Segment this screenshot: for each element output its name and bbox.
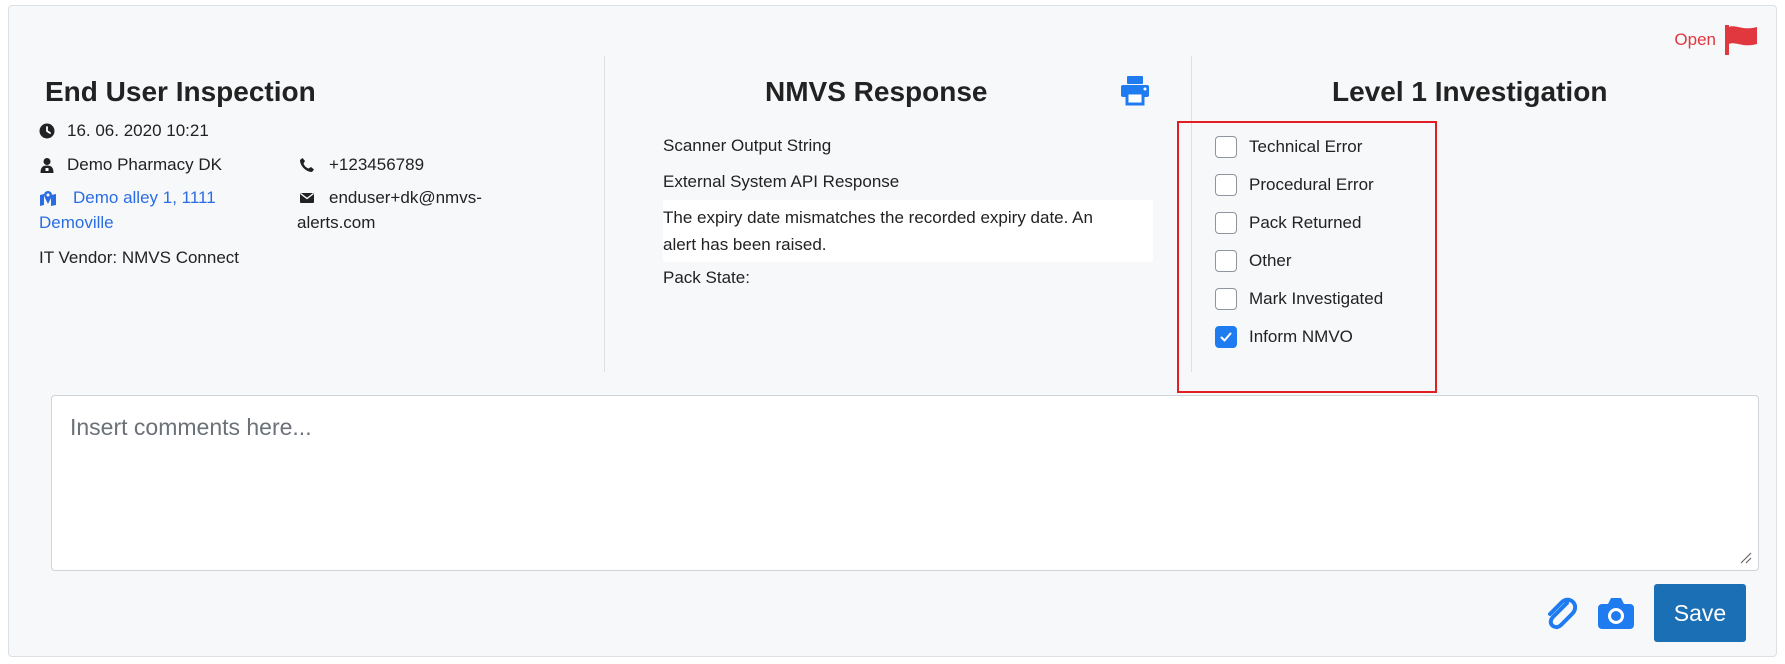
end-user-inspection-title: End User Inspection xyxy=(45,76,316,107)
pharmacy-row: Demo Pharmacy DK xyxy=(39,155,297,175)
email-address: enduser+dk@nmvs- xyxy=(329,188,482,207)
pack-state-label: Pack State: xyxy=(663,268,750,287)
email-row: enduser+dk@nmvs- xyxy=(297,188,537,208)
pharmacy-name: Demo Pharmacy DK xyxy=(67,155,222,174)
external-api-label: External System API Response xyxy=(663,172,900,191)
level1-investigation-title: Level 1 Investigation xyxy=(1332,76,1608,107)
phone-number: +123456789 xyxy=(329,155,425,174)
status-label: Open xyxy=(1674,30,1716,49)
it-vendor: IT Vendor: NMVS Connect xyxy=(39,248,240,267)
save-button[interactable]: Save xyxy=(1654,584,1746,642)
email-address-cont: alerts.com xyxy=(297,213,376,232)
scanner-output-label: Scanner Output String xyxy=(663,136,832,155)
envelope-icon xyxy=(300,192,314,203)
comments-placeholder: Insert comments here... xyxy=(70,414,312,440)
print-icon[interactable] xyxy=(1119,74,1151,106)
comments-textarea[interactable]: Insert comments here... xyxy=(51,395,1759,571)
response-message-line1: The expiry date mismatches the recorded … xyxy=(663,208,1093,227)
inspection-datetime: 16. 06. 2020 10:21 xyxy=(67,121,209,140)
response-message: The expiry date mismatches the recorded … xyxy=(663,200,1153,262)
checkbox-highlight-box xyxy=(1177,121,1437,393)
address-city[interactable]: Demoville xyxy=(39,213,297,233)
inspection-card: Open End User Inspection 16. 06. 2020 10… xyxy=(8,5,1777,657)
response-message-line2: alert has been raised. xyxy=(663,235,827,254)
datetime-row: 16. 06. 2020 10:21 xyxy=(39,121,559,141)
address-link[interactable]: Demo alley 1, 1111 xyxy=(73,188,216,208)
clock-icon xyxy=(39,123,55,139)
column-divider-1 xyxy=(604,56,605,372)
nmvs-response-title: NMVS Response xyxy=(765,76,988,107)
address-row[interactable]: Demo alley 1, 1111 xyxy=(39,188,297,208)
pharmacist-icon xyxy=(40,158,54,173)
paperclip-icon[interactable] xyxy=(1542,595,1578,633)
resize-handle-icon[interactable] xyxy=(1738,550,1752,564)
camera-icon[interactable] xyxy=(1597,596,1635,630)
phone-row: +123456789 xyxy=(297,155,537,175)
phone-icon xyxy=(300,158,314,172)
end-user-inspection-section: End User Inspection 16. 06. 2020 10:21 D… xyxy=(39,76,586,267)
status-indicator: Open xyxy=(1674,24,1758,56)
map-location-icon xyxy=(40,191,56,206)
flag-icon xyxy=(1725,25,1757,55)
